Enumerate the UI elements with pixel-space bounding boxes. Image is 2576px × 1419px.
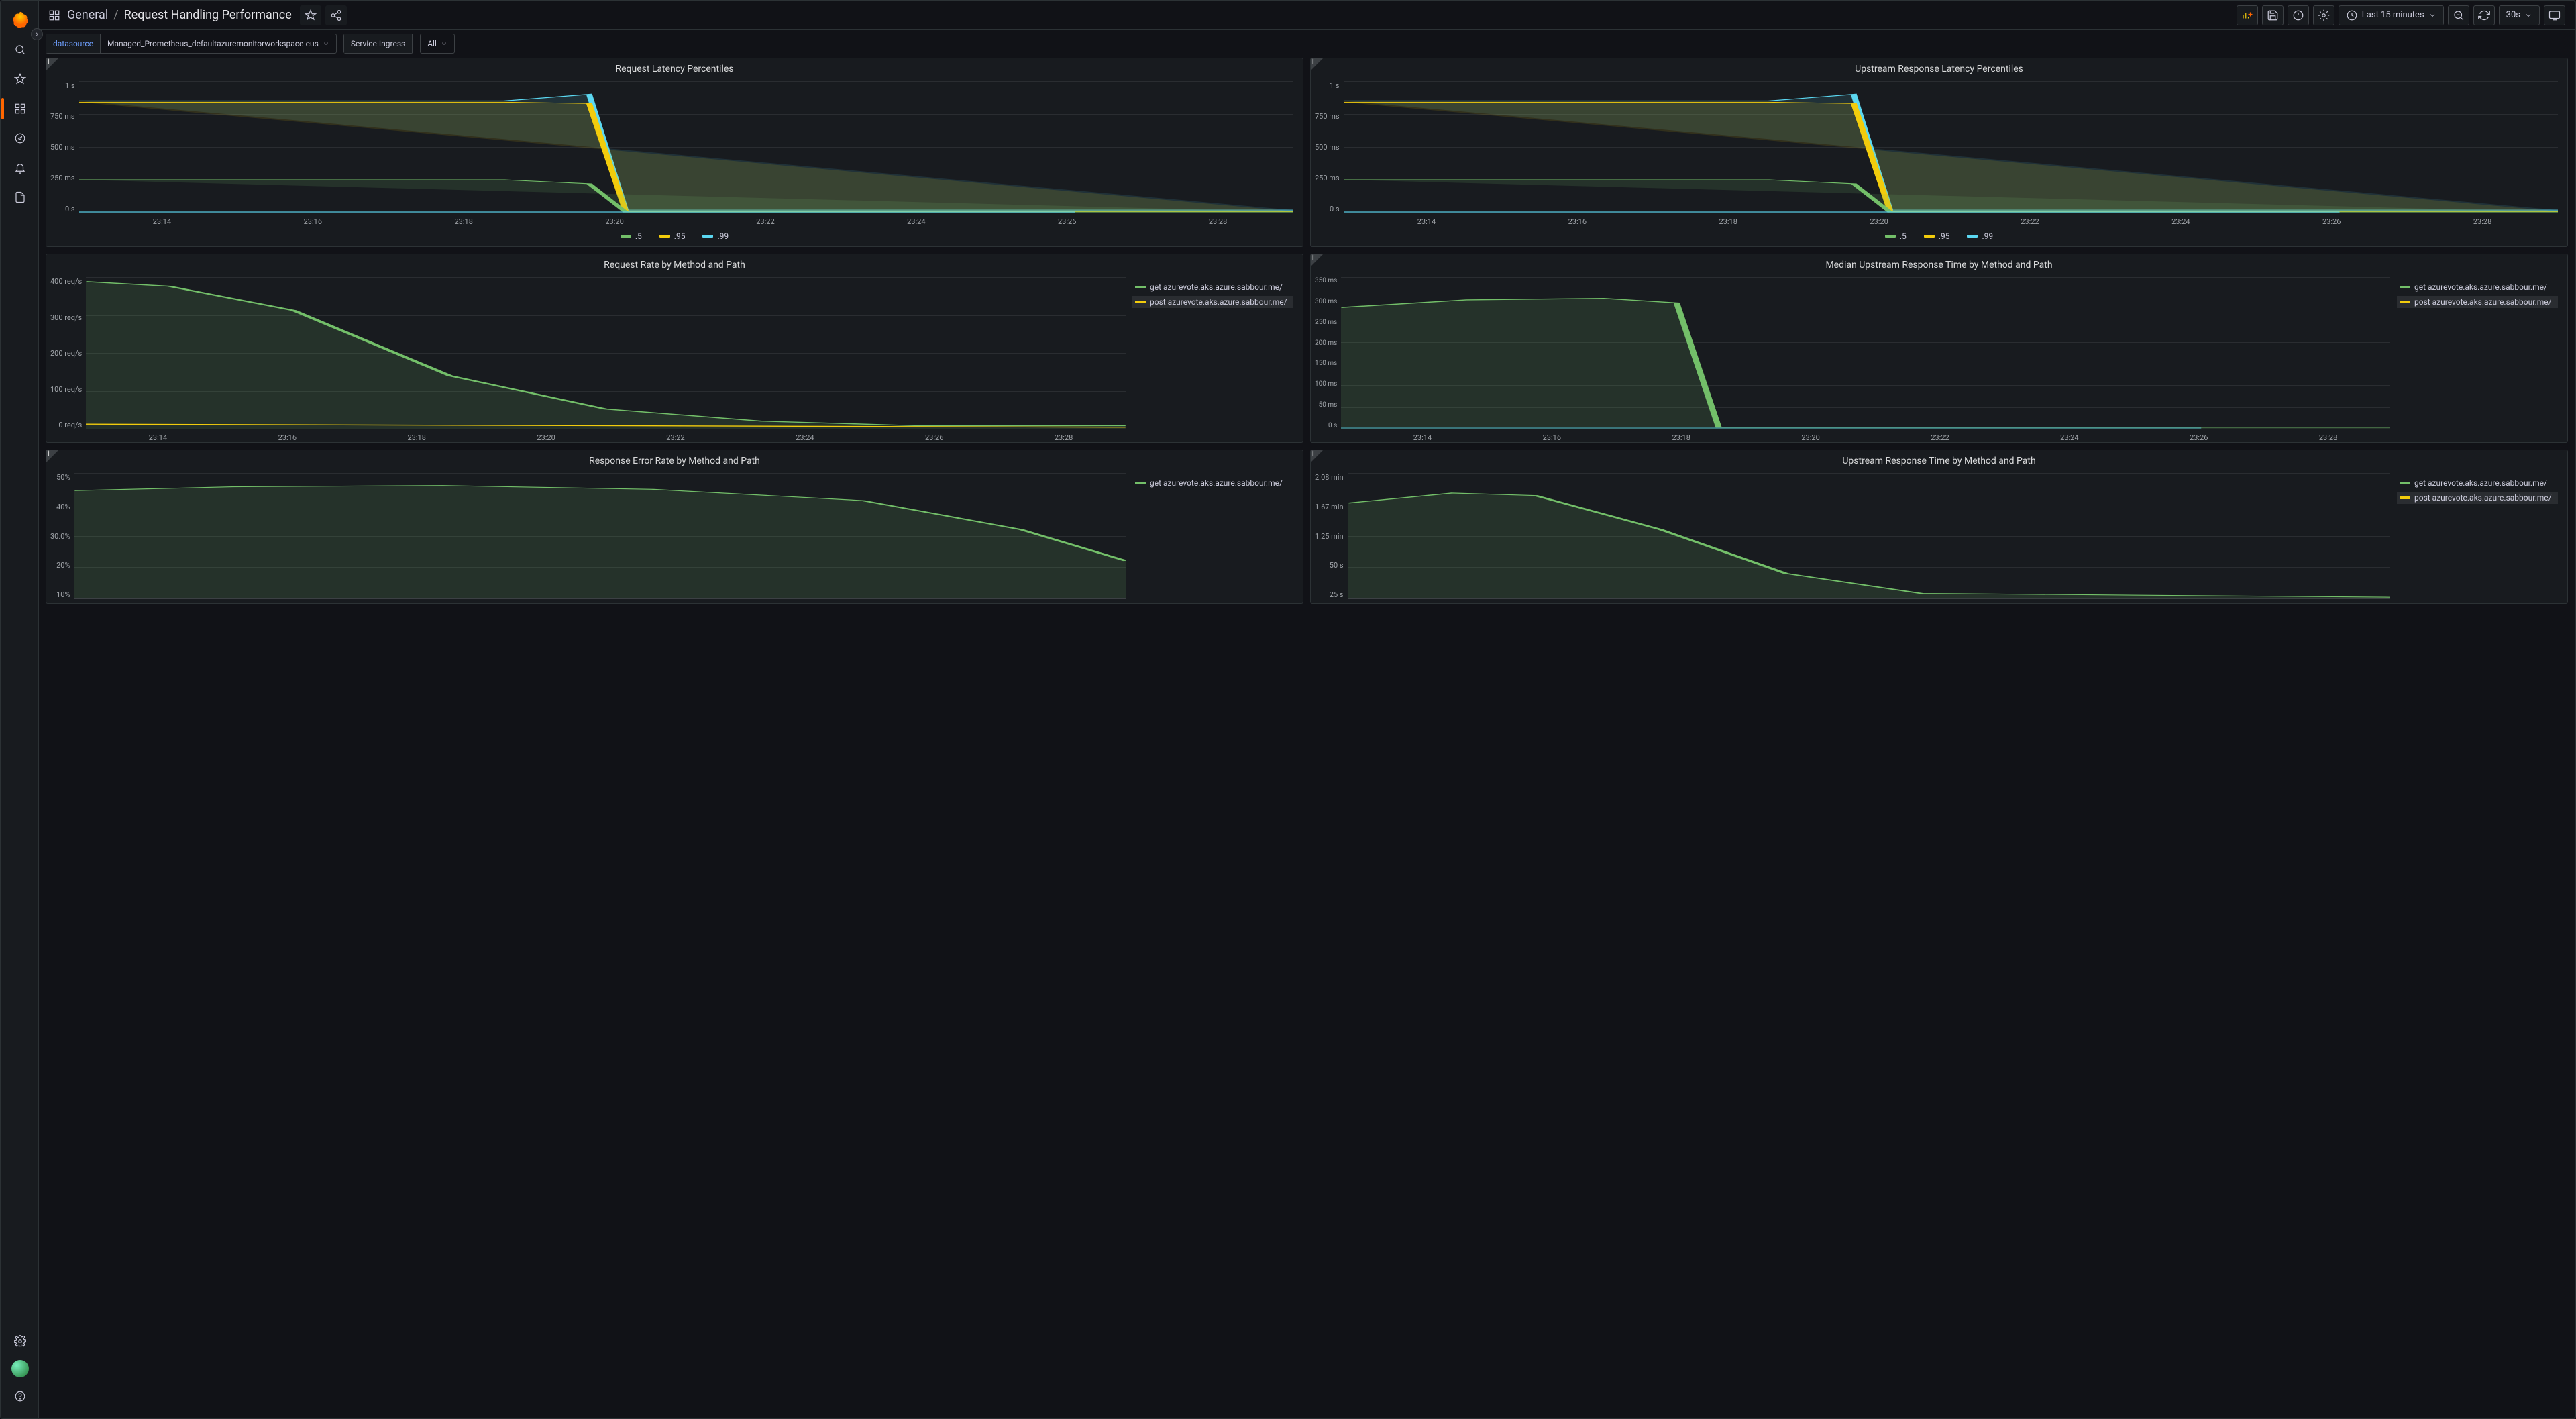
legend-item[interactable]: .5 [1882,230,1909,242]
var-datasource-value: Managed_Prometheus_defaultazuremonitorwo… [107,39,319,48]
panel-legend: .5 .95 .99 [1311,226,2567,246]
nav-explore[interactable] [7,125,34,152]
legend-item[interactable]: post azurevote.aks.azure.sabbour.me/ [2397,296,2558,308]
panel-upstream-latency[interactable]: i Upstream Response Latency Percentiles … [1310,58,2568,247]
y-axis: 350 ms300 ms250 ms200 ms150 ms100 ms50 m… [1315,277,1341,429]
panel-legend: get azurevote.aks.azure.sabbour.me/ post… [2390,473,2558,599]
panel-title: Median Upstream Response Time by Method … [1311,254,2567,273]
nav-starred[interactable] [7,66,34,93]
legend-item[interactable]: .99 [1964,230,1996,242]
panel-info-icon[interactable]: i [46,58,58,70]
chevron-down-icon [323,40,329,47]
share-dashboard-button[interactable] [325,5,347,25]
legend-item[interactable]: .95 [657,230,688,242]
chart-plot[interactable] [79,81,1293,213]
grafana-logo[interactable] [10,11,30,31]
legend-item[interactable]: get azurevote.aks.azure.sabbour.me/ [2397,281,2558,293]
var-ingress-value-picker[interactable]: All [420,34,455,54]
panel-request-latency[interactable]: i Request Latency Percentiles 1 s750 ms5… [46,58,1303,247]
star-dashboard-button[interactable] [300,5,321,25]
x-axis: 23:1423:1623:1823:2023:2223:2423:2623:28 [1311,433,2567,442]
legend-item[interactable]: get azurevote.aks.azure.sabbour.me/ [1132,477,1293,489]
chart-plot[interactable] [1341,277,2390,429]
breadcrumb-folder[interactable]: General [67,8,108,22]
chart-plot[interactable] [1348,473,2390,599]
dashboard-insights-button[interactable] [2288,5,2309,25]
panel-grid: i Request Latency Percentiles 1 s750 ms5… [39,58,2575,1418]
panel-title: Request Rate by Method and Path [46,254,1303,273]
nav-help[interactable] [7,1383,34,1410]
chevron-down-icon [2524,11,2532,19]
save-dashboard-button[interactable] [2262,5,2284,25]
panel-median-upstream-time[interactable]: i Median Upstream Response Time by Metho… [1310,254,2568,443]
legend-item[interactable]: .99 [700,230,731,242]
nav-alerting[interactable] [7,154,34,181]
y-axis: 1 s750 ms500 ms250 ms0 s [1315,81,1344,213]
legend-item[interactable]: .5 [618,230,645,242]
nav-search[interactable] [7,36,34,63]
y-axis: 50%40%30.0%20%10% [50,473,74,599]
tv-mode-button[interactable] [2544,5,2565,25]
variable-bar: datasource Managed_Prometheus_defaultazu… [39,30,2575,58]
panel-request-rate[interactable]: Request Rate by Method and Path 400 req/… [46,254,1303,443]
var-datasource-label: datasource [46,34,101,53]
panel-title: Upstream Response Time by Method and Pat… [1311,450,2567,469]
panel-legend: get azurevote.aks.azure.sabbour.me/ post… [2390,277,2558,429]
breadcrumb-sep: / [113,8,118,22]
panel-title: Upstream Response Latency Percentiles [1311,58,2567,77]
nav-pages[interactable] [7,184,34,211]
refresh-interval-label: 30s [2506,10,2520,20]
y-axis: 1 s750 ms500 ms250 ms0 s [50,81,79,213]
legend-item[interactable]: .95 [1921,230,1953,242]
panel-info-icon[interactable]: i [1311,450,1323,462]
refresh-button[interactable] [2473,5,2495,25]
panel-error-rate[interactable]: i Response Error Rate by Method and Path… [46,450,1303,604]
add-panel-button[interactable] [2237,5,2258,25]
legend-item[interactable]: post azurevote.aks.azure.sabbour.me/ [2397,492,2558,504]
chart-plot[interactable] [86,277,1126,429]
time-range-picker[interactable]: Last 15 minutes [2339,5,2444,25]
nav-configuration[interactable] [7,1328,34,1355]
chart-plot[interactable] [74,473,1126,599]
x-axis: 23:1423:1623:1823:2023:2223:2423:2623:28 [46,433,1303,442]
panel-legend: get azurevote.aks.azure.sabbour.me/ post… [1126,277,1293,429]
zoom-out-button[interactable] [2448,5,2469,25]
chart-plot[interactable] [1344,81,2558,213]
time-range-label: Last 15 minutes [2362,10,2424,20]
x-axis: 23:1423:1623:1823:2023:2223:2423:2623:28 [46,217,1303,226]
panel-info-icon[interactable]: i [1311,58,1323,70]
panel-info-icon[interactable]: i [46,450,58,462]
user-avatar[interactable] [11,1360,29,1377]
sidebar [1,1,39,1418]
y-axis: 2.08 min1.67 min1.25 min50 s25 s [1315,473,1348,599]
var-datasource[interactable]: datasource Managed_Prometheus_defaultazu… [46,34,337,54]
nav-dashboards[interactable] [7,95,34,122]
var-ingress-value: All [427,39,437,48]
legend-item[interactable]: get azurevote.aks.azure.sabbour.me/ [2397,477,2558,489]
topbar: General / Request Handling Performance L… [39,1,2575,30]
chevron-down-icon [2428,11,2436,19]
breadcrumb-title[interactable]: Request Handling Performance [124,8,292,22]
y-axis: 400 req/s300 req/s200 req/s100 req/s0 re… [50,277,86,429]
var-ingress-label: Service Ingress [344,34,413,53]
panel-info-icon[interactable]: i [1311,254,1323,266]
dashboard-settings-button[interactable] [2313,5,2334,25]
panel-title: Response Error Rate by Method and Path [46,450,1303,469]
panel-legend: .5 .95 .99 [46,226,1303,246]
x-axis: 23:1423:1623:1823:2023:2223:2423:2623:28 [1311,217,2567,226]
legend-item[interactable]: get azurevote.aks.azure.sabbour.me/ [1132,281,1293,293]
legend-item[interactable]: post azurevote.aks.azure.sabbour.me/ [1132,296,1293,308]
panel-title: Request Latency Percentiles [46,58,1303,77]
breadcrumb[interactable]: General / Request Handling Performance [67,8,292,22]
chevron-down-icon [441,40,447,47]
var-service-ingress: Service Ingress [343,34,413,54]
dashboard-icon [48,9,60,21]
refresh-interval-picker[interactable]: 30s [2499,5,2540,25]
panel-upstream-response-time[interactable]: i Upstream Response Time by Method and P… [1310,450,2568,604]
panel-legend: get azurevote.aks.azure.sabbour.me/ [1126,473,1293,599]
clock-icon [2346,9,2358,21]
